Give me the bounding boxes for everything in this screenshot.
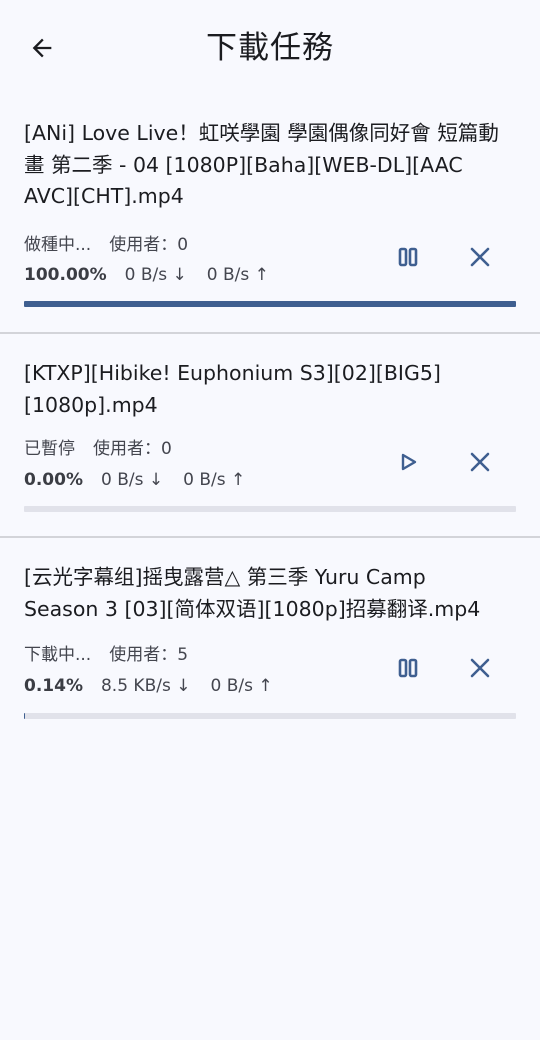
task-item[interactable]: [ANi] Love Live！虹咲學園 學園偶像同好會 短篇動畫 第二季 - … xyxy=(0,100,540,334)
task-stats-line: 0.00% 0 B/s ↓ 0 B/s ↑ xyxy=(24,470,245,490)
page-title: 下載任務 xyxy=(206,30,334,66)
task-upload-speed: 0 B/s ↑ xyxy=(210,676,273,696)
pause-icon xyxy=(398,658,418,678)
app-bar: 下載任務 xyxy=(0,0,540,100)
progress-fill xyxy=(24,713,25,719)
task-stats-line: 0.14% 8.5 KB/s ↓ 0 B/s ↑ xyxy=(24,676,273,696)
task-users: 使用者：0 xyxy=(93,439,172,459)
task-upload-speed: 0 B/s ↑ xyxy=(206,265,269,285)
resume-button[interactable] xyxy=(386,440,430,484)
task-filename: [KTXP][Hibike! Euphonium S3][02][BIG5][1… xyxy=(24,361,441,417)
task-users: 使用者：0 xyxy=(109,235,189,255)
cancel-button[interactable] xyxy=(458,440,502,484)
close-icon xyxy=(470,658,490,678)
pause-icon xyxy=(398,247,418,267)
close-icon xyxy=(470,452,490,472)
task-status: 已暫停 xyxy=(24,439,75,459)
task-filename: [云光字幕组]摇曳露营△ 第三季 Yuru Camp Season 3 [03]… xyxy=(24,565,481,621)
task-download-speed: 0 B/s ↓ xyxy=(100,470,164,490)
task-item[interactable]: [KTXP][Hibike! Euphonium S3][02][BIG5][1… xyxy=(0,334,540,538)
pause-button[interactable] xyxy=(386,235,430,279)
progress-bar xyxy=(24,506,516,512)
progress-bar xyxy=(24,713,516,719)
task-percent: 100.00% xyxy=(24,265,107,285)
task-item[interactable]: [云光字幕组]摇曳露营△ 第三季 Yuru Camp Season 3 [03]… xyxy=(0,538,540,748)
pause-button[interactable] xyxy=(386,646,430,690)
task-status: 做種中... xyxy=(24,235,92,255)
task-status-line: 已暫停 使用者：0 xyxy=(24,434,172,459)
task-status-line: 下載中... 使用者：5 xyxy=(24,640,188,665)
progress-fill xyxy=(24,301,516,307)
close-icon xyxy=(470,247,490,267)
task-download-speed: 8.5 KB/s ↓ xyxy=(100,676,191,696)
task-upload-speed: 0 B/s ↑ xyxy=(183,470,246,490)
task-filename: [ANi] Love Live！虹咲學園 學園偶像同好會 短篇動畫 第二季 - … xyxy=(24,121,499,208)
cancel-button[interactable] xyxy=(458,235,502,279)
task-status-line: 做種中... 使用者：0 xyxy=(24,230,188,255)
cancel-button[interactable] xyxy=(458,646,502,690)
task-percent: 0.00% xyxy=(24,470,83,490)
task-download-speed: 0 B/s ↓ xyxy=(124,265,187,285)
task-percent: 0.14% xyxy=(24,676,83,696)
progress-bar xyxy=(24,301,516,307)
task-stats-line: 100.00% 0 B/s ↓ 0 B/s ↑ xyxy=(24,265,269,285)
task-status: 下載中... xyxy=(24,645,92,665)
task-users: 使用者：5 xyxy=(109,645,189,665)
play-icon xyxy=(401,453,417,471)
